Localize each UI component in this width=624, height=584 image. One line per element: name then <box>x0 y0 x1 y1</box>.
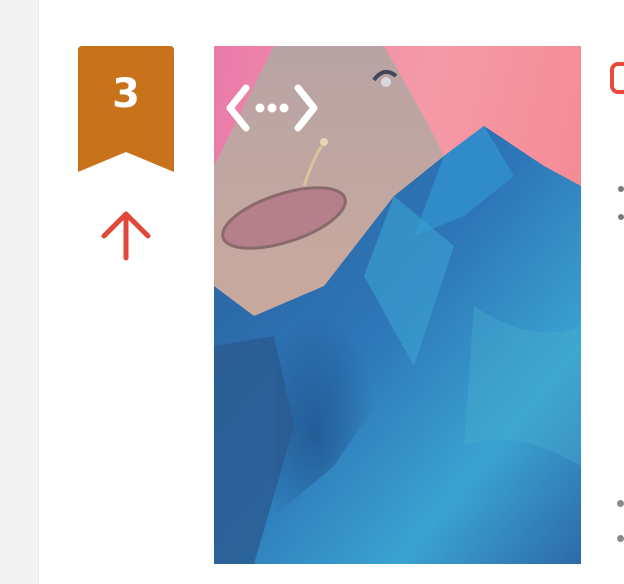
meta-cutoff <box>618 186 624 226</box>
left-rail <box>0 0 39 584</box>
rank-badge: 3 <box>78 46 174 172</box>
rank-number: 3 <box>112 71 140 117</box>
video-thumbnail[interactable] <box>214 46 581 564</box>
page: 3 <box>0 0 624 584</box>
footer-cutoff <box>617 500 624 544</box>
arrow-up-icon <box>98 206 154 262</box>
embed-code-icon[interactable] <box>226 82 318 134</box>
title-cutoff[interactable] <box>610 62 624 102</box>
